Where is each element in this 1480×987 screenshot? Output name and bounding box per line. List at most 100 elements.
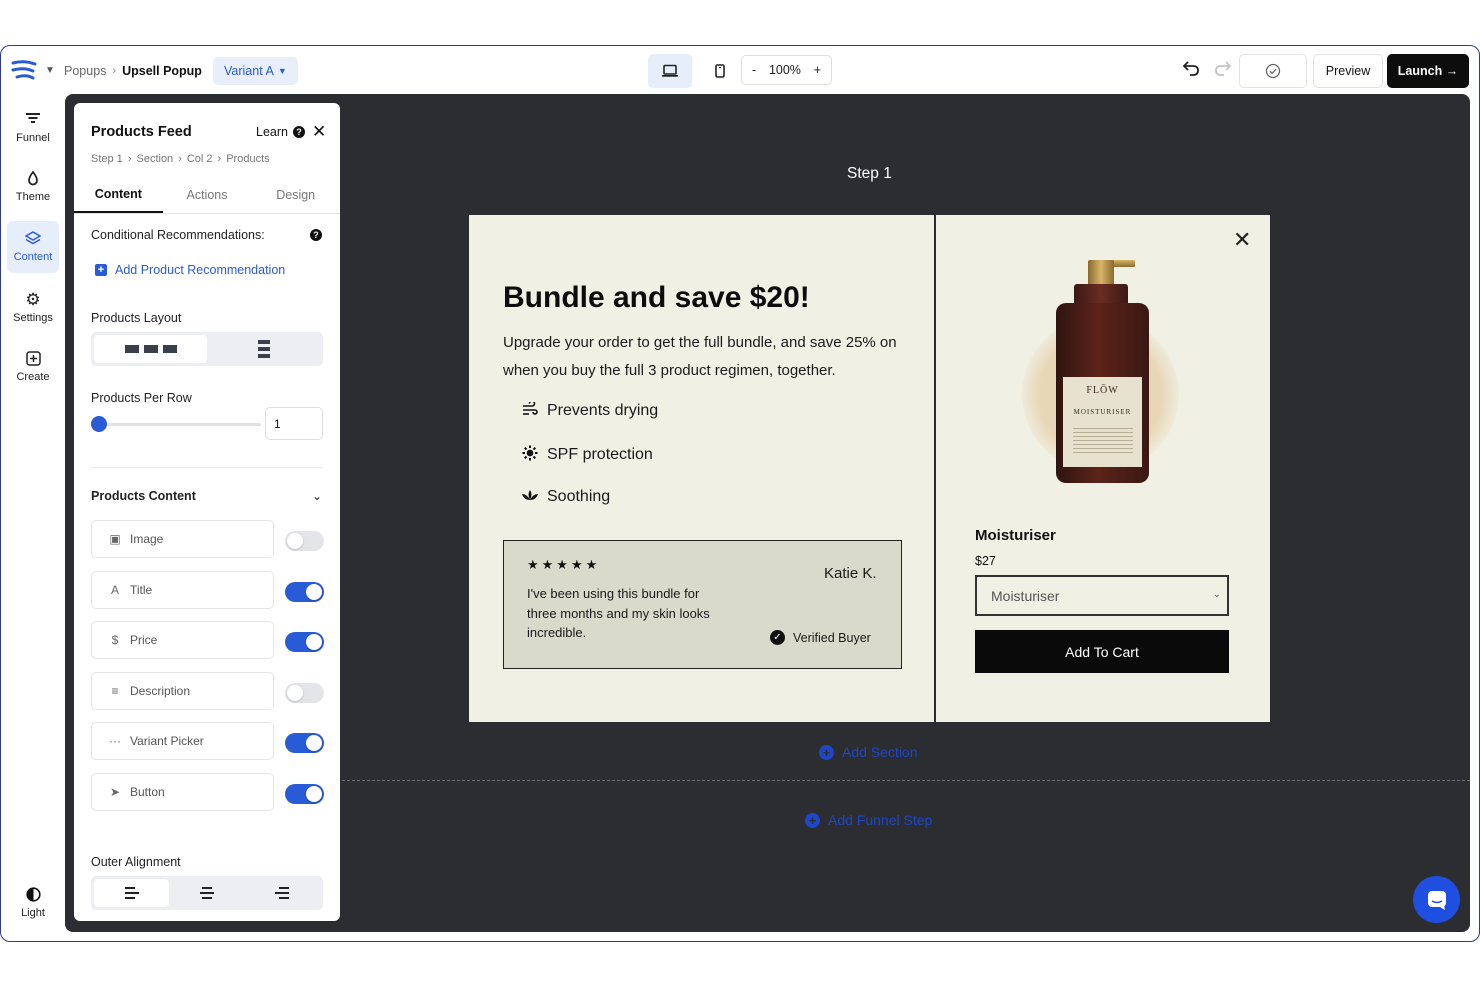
product-price[interactable]: $27 [975,554,996,568]
rail-item-content[interactable]: Content [7,221,59,273]
per-row-slider-handle[interactable] [91,416,107,432]
popup-left-column[interactable]: Bundle and save $20! Upgrade your order … [469,215,936,722]
reviewer-name: Katie K. [824,565,877,582]
help-icon[interactable]: ? [310,229,322,241]
chat-support-button[interactable] [1413,876,1460,923]
panel-crumb-item[interactable]: Step 1 [91,153,123,165]
align-icon: ≡ [111,684,119,698]
tab-actions[interactable]: Actions [163,177,252,213]
title-switch[interactable] [285,582,324,602]
toggle-field: ≡ Description [91,672,274,710]
mobile-view-button[interactable] [698,54,742,88]
chevron-right-icon: › [127,153,132,165]
layout-list-option[interactable] [207,335,320,363]
align-right-option[interactable] [245,879,320,907]
image-icon: ▣ [109,532,121,546]
device-switcher [648,54,742,88]
cursor-icon: ➤ [109,785,121,799]
add-funnel-step-label: Add Funnel Step [828,812,933,828]
launch-button[interactable]: Launch → [1387,54,1469,88]
toggle-field: ▣ Image [91,520,274,558]
layers-icon [24,231,42,247]
price-switch[interactable] [285,632,324,652]
button-switch[interactable] [285,784,324,804]
bottle-cap [1088,260,1114,286]
rail-item-theme[interactable]: Theme [7,161,59,213]
bottle-fine-print [1072,428,1133,454]
per-row-slider-track[interactable] [99,423,261,426]
popup-subheadline[interactable]: Upgrade your order to get the full bundl… [503,329,903,385]
products-content-label: Products Content [91,489,196,503]
variant-picker-switch[interactable] [285,733,324,753]
editor-canvas[interactable]: Products Feed Learn ? ✕ Step 1 › Section… [65,94,1470,932]
rail-item-settings[interactable]: ⚙ Settings [7,282,59,334]
image-switch[interactable] [285,531,324,551]
save-status-button[interactable] [1239,54,1307,88]
rail-item-light[interactable]: Light [7,877,59,929]
grid-layout-icon [124,345,177,353]
undo-icon[interactable] [1181,58,1201,78]
rail-label: Funnel [16,132,50,144]
description-switch[interactable] [285,683,324,703]
align-center-option[interactable] [169,879,244,907]
variant-select-value: Moisturiser [991,587,1060,604]
feature-item[interactable]: Prevents drying [521,400,658,420]
add-funnel-step-button[interactable]: + Add Funnel Step [805,812,932,828]
chevron-down-icon[interactable]: ⌄ [312,489,322,503]
popup-headline[interactable]: Bundle and save $20! [503,281,810,315]
desktop-view-button[interactable] [648,54,692,88]
add-section-button[interactable]: + Add Section [819,744,918,760]
add-to-cart-button[interactable]: Add To Cart [975,630,1229,673]
zoom-out-button[interactable]: - [752,63,756,77]
sun-icon [521,445,538,465]
product-title[interactable]: Moisturiser [975,527,1056,544]
upsell-popup-preview[interactable]: Bundle and save $20! Upgrade your order … [469,215,1270,722]
per-row-input[interactable]: 1 [265,407,323,440]
variant-dropdown[interactable]: Variant A ▼ [213,57,298,85]
close-icon[interactable]: ✕ [312,122,326,142]
products-layout-toggle [91,332,323,366]
rail-item-create[interactable]: Create [7,341,59,393]
panel-crumb-item[interactable]: Section [136,153,173,165]
list-layout-icon [257,340,270,358]
review-card[interactable]: ★★★★★ I've been using this bundle for th… [503,540,902,669]
rail-label: Settings [13,312,53,324]
step-divider [342,780,1470,781]
rail-label: Theme [15,191,51,203]
redo-icon[interactable] [1213,58,1233,78]
toggle-field: $ Price [91,621,274,659]
dollar-icon: $ [111,633,119,647]
toggle-label: Price [130,633,158,647]
add-product-recommendation-button[interactable]: + Add Product Recommendation [95,263,285,277]
variant-select[interactable]: Moisturiser ⌄ [975,575,1229,616]
gear-icon: ⚙ [25,290,41,309]
feature-item[interactable]: SPF protection [521,445,653,465]
learn-link[interactable]: Learn ? [256,125,305,139]
tab-content[interactable]: Content [74,177,163,213]
breadcrumb-current[interactable]: Upsell Popup [122,64,202,78]
bottle-body: FLŌW MOISTURISER [1056,303,1149,483]
outer-alignment-label: Outer Alignment [91,855,181,869]
zoom-control: - 100% + [741,55,832,85]
chevron-right-icon: › [217,153,222,165]
align-left-option[interactable] [94,879,170,907]
logo-icon[interactable] [11,60,37,82]
breadcrumb-root[interactable]: Popups [64,64,106,78]
align-left-icon [124,887,139,899]
layout-grid-option[interactable] [94,335,207,363]
panel-crumb-item[interactable]: Col 2 [187,153,213,165]
dots-icon: ··· [109,734,121,748]
feature-item[interactable]: Soothing [521,488,610,506]
zoom-in-button[interactable]: + [814,63,821,77]
rail-item-funnel[interactable]: Funnel [7,102,59,154]
toggle-row-description: ≡ Description [91,672,324,710]
step-label: Step 1 [847,165,892,182]
chevron-down-icon[interactable]: ▼ [45,65,55,76]
toggle-label: Description [130,684,191,698]
preview-button[interactable]: Preview [1313,54,1383,88]
popup-right-column[interactable]: ✕ FLŌW MOISTURISER Moisturiser $27 Moist… [936,215,1270,722]
popup-close-icon[interactable]: ✕ [1233,227,1251,253]
tab-design[interactable]: Design [251,177,340,213]
toggle-label: Title [130,583,153,597]
panel-crumb-item[interactable]: Products [226,153,269,165]
